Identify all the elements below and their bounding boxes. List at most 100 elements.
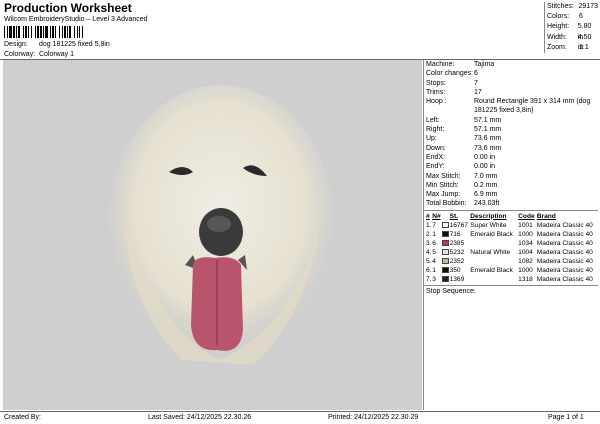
- machine-info-row: Hoop : Round Rectangle 391 x 314 mm (dog …: [424, 97, 598, 116]
- machine-info-row: Up: 73.6 mm: [424, 134, 598, 143]
- color-table-cell-brand: Madeira Classic 40: [536, 230, 593, 238]
- color-table-header: # N# St. Description Code Brand: [426, 212, 600, 221]
- color-table-header-cell: Description: [470, 212, 507, 220]
- machine-info-row: Down: 73.6 mm: [424, 144, 598, 153]
- footer: Created By: Last Saved: 24/12/2025 22.30…: [0, 411, 600, 424]
- last-saved: Last Saved: 24/12/2025 22.30.26: [148, 414, 252, 421]
- color-swatch-cell: [441, 257, 450, 266]
- info-divider: [424, 209, 598, 211]
- machine-info-value: 0.00 in: [474, 163, 496, 171]
- stat-value: 1:1: [579, 43, 589, 51]
- color-table-cell-n: 1: [432, 230, 436, 238]
- machine-info-row: Max Stitch: 7.0 mm: [424, 172, 598, 181]
- color-swatch-cell: [441, 248, 450, 257]
- color-table-cell-st: 16767: [449, 221, 468, 229]
- color-table-cell-st: 2385: [449, 239, 465, 247]
- machine-info-row: Color changes: 6: [424, 69, 598, 78]
- color-table-cell-code: 1034: [518, 239, 533, 247]
- nose-highlight: [207, 216, 231, 232]
- machine-info-row: Stops: 7: [424, 79, 598, 88]
- machine-info-value: Round Rectangle 391 x 314 mm (dog 181225…: [474, 98, 591, 115]
- machine-info-label: Hoop :: [426, 98, 447, 106]
- machine-info-value: 7.0 mm: [474, 172, 498, 180]
- colorway-row: Colorway: Colorway 1: [4, 51, 74, 58]
- color-table-cell-brand: Madeira Classic 40: [536, 239, 593, 247]
- machine-info-label: Max Stitch:: [426, 172, 461, 180]
- stat-label: Stitches:: [547, 3, 574, 10]
- stats-panel: Stitches: 29173 Colors: 6 Height: 5.80 in Widt…: [544, 2, 598, 53]
- color-table-cell-st: 2352: [449, 257, 465, 265]
- created-by: Created By:: [4, 414, 41, 421]
- machine-info-label: Total Bobbin:: [426, 200, 467, 208]
- color-table-cell-n: 6: [432, 239, 436, 247]
- stat-value: 29173: [578, 3, 598, 10]
- color-table-cell-desc: Emerald Black: [470, 266, 513, 274]
- color-table-cell-n: 1: [432, 266, 436, 274]
- page-title: Production Worksheet: [4, 1, 132, 15]
- design-preview: [3, 60, 422, 410]
- color-table-row: 5. 4 2352 1082 Madeira Classic 40: [426, 257, 600, 266]
- design-label: Design:: [4, 41, 28, 48]
- color-table: # N# St. Description Code Brand 1. 7 16767 Super…: [426, 212, 600, 284]
- dog-nose: [199, 208, 243, 256]
- color-table-row: 7. 3 1369 1318 Madeira Classic 40: [426, 275, 600, 284]
- machine-info-label: Color changes:: [426, 70, 474, 78]
- color-table-cell-st: 5232: [449, 248, 465, 256]
- machine-info-label: Up:: [426, 135, 437, 143]
- color-table-row: 4. 5 5232 Natural White 1004 Madeira Classic …: [426, 248, 600, 257]
- stat-row: Zoom: 1:1: [547, 43, 598, 53]
- color-table-cell-brand: Madeira Classic 40: [536, 266, 593, 274]
- info-divider: [424, 284, 598, 286]
- machine-info-row: Machine: Tajima: [424, 60, 598, 69]
- color-table-cell-code: 1004: [518, 248, 533, 256]
- color-table-header-cell: Code: [518, 212, 535, 220]
- design-value: dog 181225 fixed 5,8in: [38, 41, 110, 48]
- machine-info-value: 17: [474, 88, 482, 96]
- color-table-row: 3. 6 2385 1034 Madeira Classic 40: [426, 239, 600, 248]
- color-table-cell-brand: Madeira Classic 40: [536, 257, 593, 265]
- machine-info-value: 7: [474, 79, 478, 87]
- color-table-cell-brand: Madeira Classic 40: [536, 248, 593, 256]
- color-swatch: [441, 267, 449, 273]
- stat-label: Width:: [547, 33, 567, 41]
- machine-info-row: Max Jump: 6.9 mm: [424, 190, 598, 199]
- stat-row: Height: 5.80 in: [547, 22, 598, 41]
- color-table-cell-st: 716: [449, 230, 461, 238]
- machine-info-value: Tajima: [474, 61, 495, 68]
- machine-info-row: Left: 57.1 mm: [424, 116, 598, 125]
- stat-value: 6: [579, 13, 583, 21]
- color-swatch: [441, 258, 449, 264]
- machine-info-label: Machine:: [426, 61, 455, 68]
- color-table-cell-desc: [470, 257, 518, 266]
- color-table-cell-desc: Natural White: [470, 248, 511, 256]
- color-swatch: [441, 276, 449, 282]
- color-swatch-cell: [441, 221, 450, 230]
- machine-info-label: Max Jump:: [426, 191, 461, 199]
- color-swatch: [441, 231, 449, 237]
- stat-value: 4.50 in: [577, 33, 592, 51]
- machine-info-label: Stops:: [426, 79, 446, 87]
- machine-info-label: Down:: [426, 144, 446, 152]
- machine-info-label: Left:: [426, 116, 440, 124]
- colorway-value: Colorway 1: [38, 51, 74, 58]
- machine-info-list: Machine: Tajima Color changes: 6 Stops: 7 Trim…: [424, 60, 598, 209]
- color-table-cell-desc: Super White: [470, 221, 507, 229]
- color-table-cell-n: 3: [432, 275, 436, 283]
- color-table-row: 2. 1 716 Emerald Black 1000 Madeira Classic 4…: [426, 230, 600, 239]
- color-table-cell-code: 1000: [518, 230, 533, 238]
- color-table-cell-desc: [470, 275, 518, 284]
- color-table-cell-code: 1082: [518, 257, 533, 265]
- color-table-row: 1. 7 16767 Super White 1001 Madeira Classic 4…: [426, 221, 600, 230]
- colorway-label: Colorway:: [4, 51, 36, 58]
- software-subtitle: Wilcom EmbroideryStudio – Level 3 Advanc…: [4, 16, 148, 23]
- color-swatch-cell: [441, 239, 450, 248]
- color-table-header-cell: N#: [432, 212, 441, 220]
- color-swatch-cell: [441, 230, 450, 239]
- color-table-header-cell: Brand: [536, 212, 556, 220]
- machine-info-row: EndX: 0.00 in: [424, 153, 598, 162]
- stat-value: 5.80 in: [577, 23, 592, 41]
- color-table-header-cell: St.: [449, 212, 459, 220]
- machine-info-value: 0.00 in: [474, 153, 496, 161]
- machine-info-row: Trims: 17: [424, 88, 598, 97]
- stop-sequence-label: Stop Sequence:: [426, 287, 476, 295]
